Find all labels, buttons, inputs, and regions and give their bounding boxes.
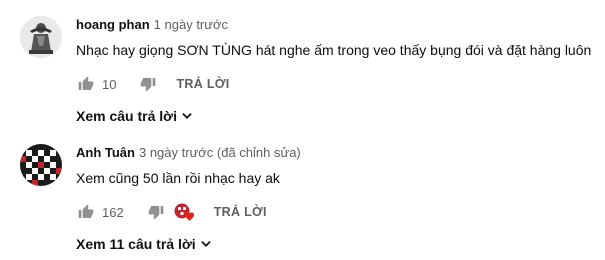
avatar[interactable] — [20, 144, 62, 186]
like-count: 10 — [102, 76, 117, 92]
heart-icon — [184, 212, 194, 221]
view-replies-button[interactable]: Xem 11 câu trả lời — [76, 236, 213, 252]
comment-text: Xem cũng 50 lần rồi nhạc hay ak — [76, 170, 280, 186]
like-icon[interactable] — [76, 74, 96, 94]
chevron-down-icon — [182, 113, 192, 119]
comment-actions: 10 TRẢ LỜI — [76, 74, 590, 94]
view-replies-label: Xem 11 câu trả lời — [76, 236, 196, 252]
avatar[interactable] — [20, 16, 62, 58]
like-icon[interactable] — [76, 202, 96, 222]
dislike-icon[interactable] — [138, 74, 158, 94]
creator-heart-badge — [174, 202, 196, 222]
comment-author[interactable]: Anh Tuân — [76, 145, 135, 160]
comment-author[interactable]: hoang phan — [76, 17, 150, 32]
reply-button[interactable]: TRẢ LỜI — [176, 77, 229, 91]
comment-time[interactable]: 1 ngày trước — [154, 17, 228, 32]
reply-button[interactable]: TRẢ LỜI — [214, 205, 267, 219]
view-replies-label: Xem câu trả lời — [76, 108, 177, 124]
chevron-down-icon — [200, 241, 211, 247]
dislike-icon[interactable] — [146, 202, 166, 222]
comment-text: Nhạc hay giọng SƠN TÙNG hát nghe ấm tron… — [76, 42, 592, 58]
like-count: 162 — [102, 204, 124, 220]
comment-time[interactable]: 3 ngày trước (đã chỉnh sửa) — [139, 145, 301, 160]
view-replies-button[interactable]: Xem câu trả lời — [76, 108, 194, 124]
comment-actions: 162 TRẢ LỜI — [76, 202, 590, 222]
